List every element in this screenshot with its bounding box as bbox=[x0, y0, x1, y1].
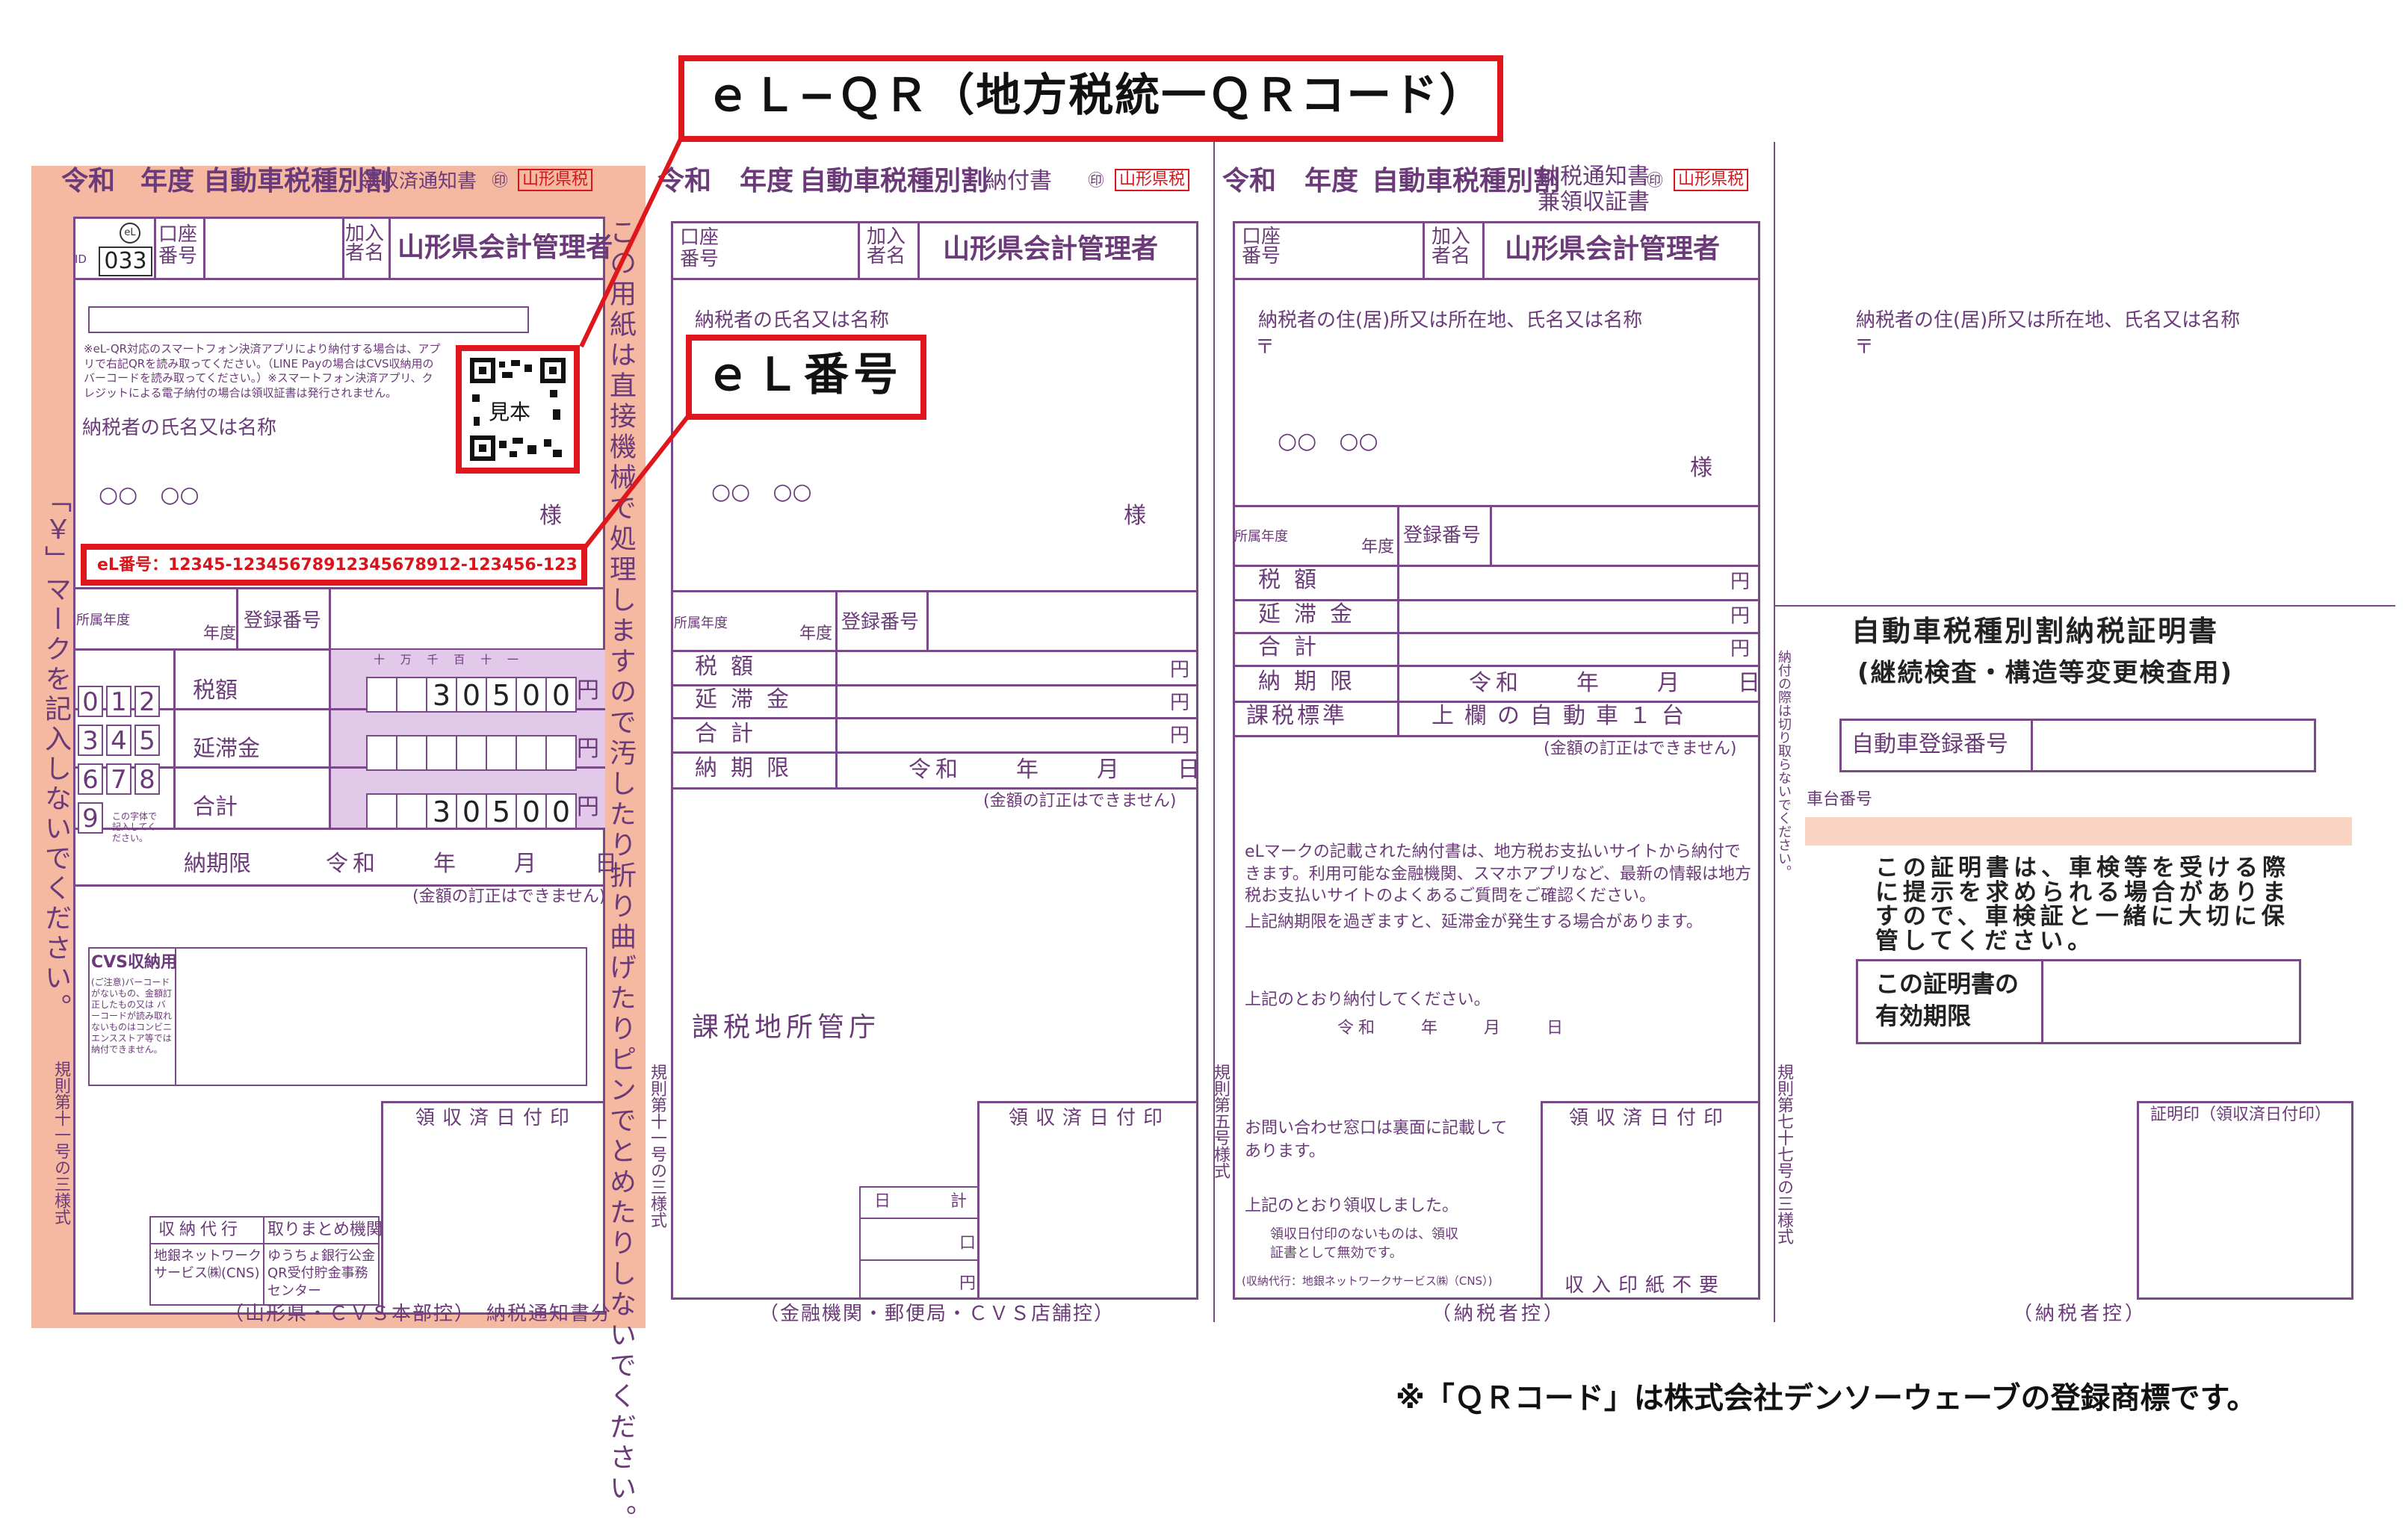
amount-digit-box bbox=[426, 735, 457, 771]
amount-digit-box bbox=[366, 677, 397, 713]
amount-digit-box: 5 bbox=[486, 793, 517, 829]
amount-digit-box: 0 bbox=[545, 677, 577, 713]
amount-digit-box bbox=[396, 677, 427, 713]
amount-digit-box bbox=[456, 735, 487, 771]
trademark-note: ※「ＱＲコード」は株式会社デンソーウェーブの登録商標です。 bbox=[1396, 1381, 2257, 1415]
amount-digit-box: 0 bbox=[545, 793, 577, 829]
amount-digit-box bbox=[516, 735, 547, 771]
amount-digit-box bbox=[396, 793, 427, 829]
amount-digit-box: 3 bbox=[426, 677, 457, 713]
amount-digit-box: 5 bbox=[486, 677, 517, 713]
amount-digit-box bbox=[366, 793, 397, 829]
amount-digit-box: 3 bbox=[426, 793, 457, 829]
amount-digit-box bbox=[366, 735, 397, 771]
amount-digit-box bbox=[486, 735, 517, 771]
amount-digit-box bbox=[396, 735, 427, 771]
amount-digit-box bbox=[545, 735, 577, 771]
amount-digit-box: 0 bbox=[456, 793, 487, 829]
callout-leaders bbox=[579, 136, 691, 550]
amount-digit-box: 0 bbox=[516, 677, 547, 713]
amount-digit-box: 0 bbox=[516, 793, 547, 829]
amount-digit-box: 0 bbox=[456, 677, 487, 713]
